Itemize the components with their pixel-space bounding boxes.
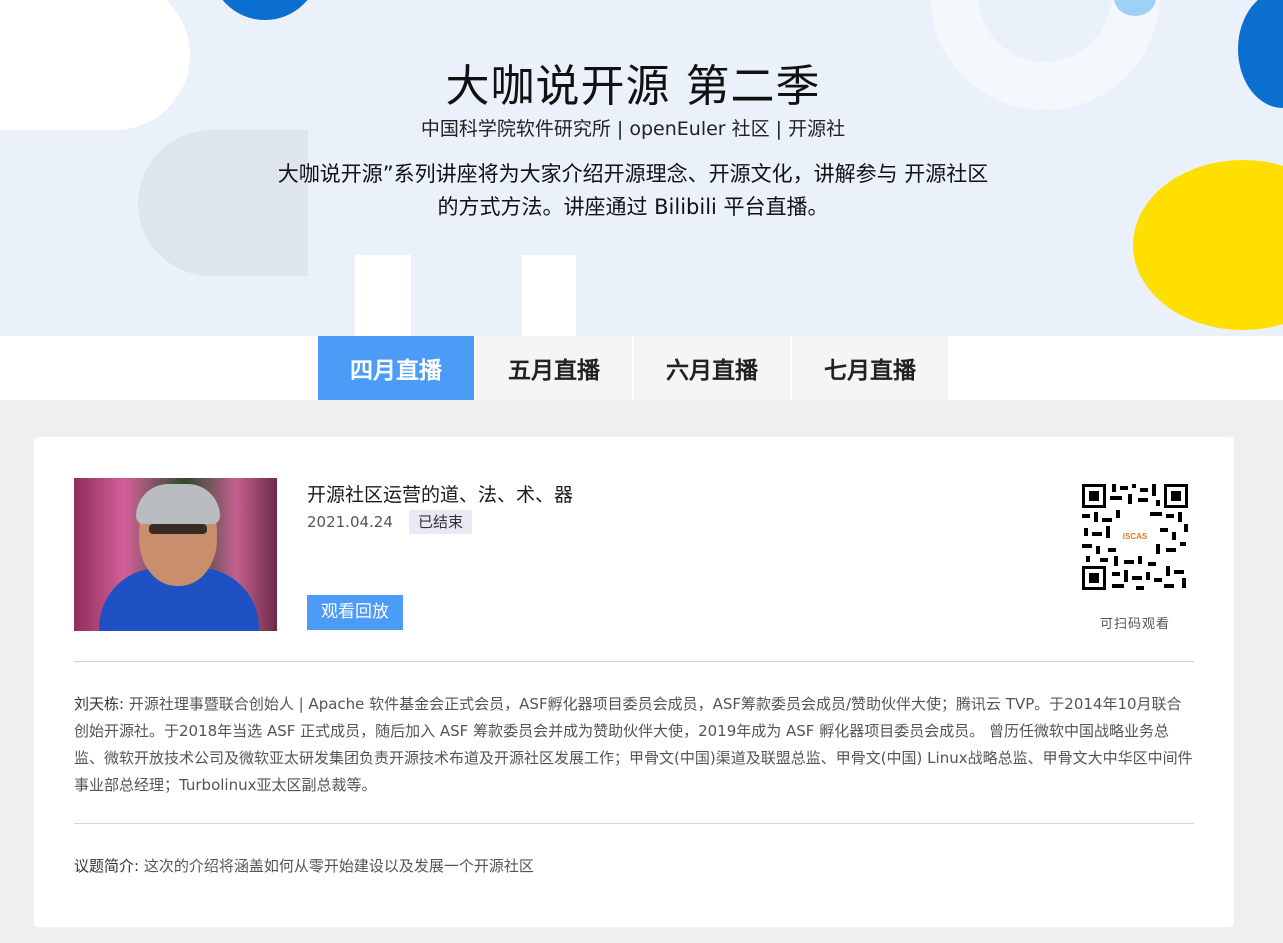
qr-caption: 可扫码观看 <box>1099 617 1170 632</box>
decor-shape <box>210 0 320 20</box>
description-line: 的方式方法。讲座通过 Bilibili 平台直播。 <box>437 195 829 219</box>
page-description: 大咖说开源”系列讲座将为大家介绍开源理念、开源文化，讲解参与 开源社区 的方式方… <box>215 158 1051 224</box>
tab-april[interactable]: 四月直播 <box>318 336 474 400</box>
tabs: 四月直播 五月直播 六月直播 七月直播 <box>318 336 950 400</box>
topic-summary: 议题简介: 这次的介绍将涵盖如何从零开始建设以及发展一个开源社区 <box>74 855 534 876</box>
page-subtitle: 中国科学院软件研究所 | openEuler 社区 | 开源社 <box>420 118 846 140</box>
speaker-name: 刘天栋: <box>74 695 125 713</box>
photo-glasses <box>149 524 207 534</box>
tab-may[interactable]: 五月直播 <box>476 336 632 400</box>
qr-code-icon: ISCAS <box>1080 482 1190 592</box>
tab-june[interactable]: 六月直播 <box>634 336 790 400</box>
status-badge: 已结束 <box>409 510 473 534</box>
divider <box>74 661 1194 662</box>
divider <box>74 823 1194 824</box>
talk-title: 开源社区运营的道、法、术、器 <box>307 484 574 506</box>
topic-text: 这次的介绍将涵盖如何从零开始建设以及发展一个开源社区 <box>143 857 534 875</box>
watch-replay-button[interactable]: 观看回放 <box>307 595 403 630</box>
topic-label: 议题简介: <box>74 857 140 875</box>
svg-text:ISCAS: ISCAS <box>1123 532 1148 541</box>
page-title: 大咖说开源 第二季 <box>445 61 821 112</box>
speaker-bio-text: 开源社理事暨联合创始人 | Apache 软件基金会正式会员，ASF孵化器项目委… <box>74 695 1193 794</box>
speaker-bio: 刘天栋: 开源社理事暨联合创始人 | Apache 软件基金会正式会员，ASF孵… <box>74 691 1194 799</box>
photo-hair <box>136 484 220 524</box>
tab-july[interactable]: 七月直播 <box>792 336 948 400</box>
hero-banner: 大咖说开源 第二季 中国科学院软件研究所 | openEuler 社区 | 开源… <box>0 0 1283 336</box>
decor-shape <box>522 255 576 336</box>
month-tab-bar: 四月直播 五月直播 六月直播 七月直播 <box>0 336 1283 400</box>
decor-shape <box>355 255 411 336</box>
talk-date: 2021.04.24 <box>307 513 393 531</box>
decor-shape <box>1133 160 1283 330</box>
description-line: 大咖说开源”系列讲座将为大家介绍开源理念、开源文化，讲解参与 开源社区 <box>277 162 989 186</box>
talk-card: 开源社区运营的道、法、术、器 2021.04.24 已结束 观看回放 ISCAS… <box>34 437 1234 927</box>
speaker-photo <box>74 478 277 631</box>
